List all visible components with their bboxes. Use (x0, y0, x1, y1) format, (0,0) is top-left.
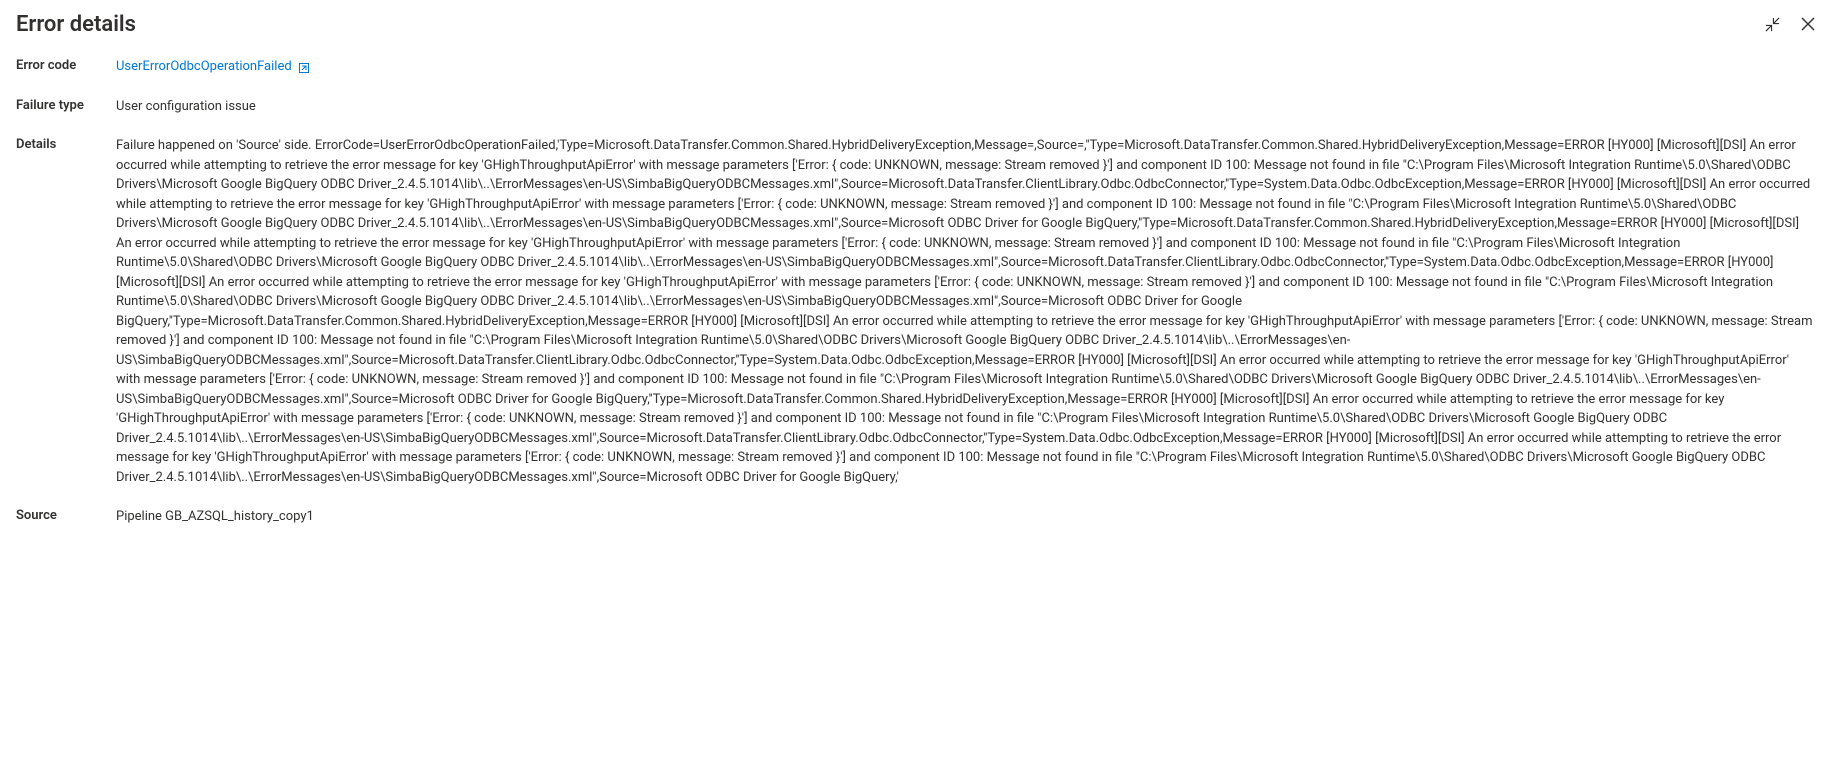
error-code-label: Error code (16, 57, 116, 73)
panel-title: Error details (16, 12, 136, 37)
details-label: Details (16, 136, 116, 152)
details-value: Failure happened on 'Source' side. Error… (116, 136, 1816, 487)
failure-type-value: User configuration issue (116, 97, 1816, 117)
error-code-link[interactable]: UserErrorOdbcOperationFailed (116, 57, 310, 77)
failure-type-label: Failure type (16, 97, 116, 113)
error-code-value: UserErrorOdbcOperationFailed (116, 57, 292, 77)
source-value: Pipeline GB_AZSQL_history_copy1 (116, 507, 1816, 527)
source-label: Source (16, 507, 116, 523)
external-link-icon (298, 61, 310, 73)
collapse-icon[interactable] (1765, 17, 1780, 32)
close-icon[interactable] (1800, 16, 1816, 32)
